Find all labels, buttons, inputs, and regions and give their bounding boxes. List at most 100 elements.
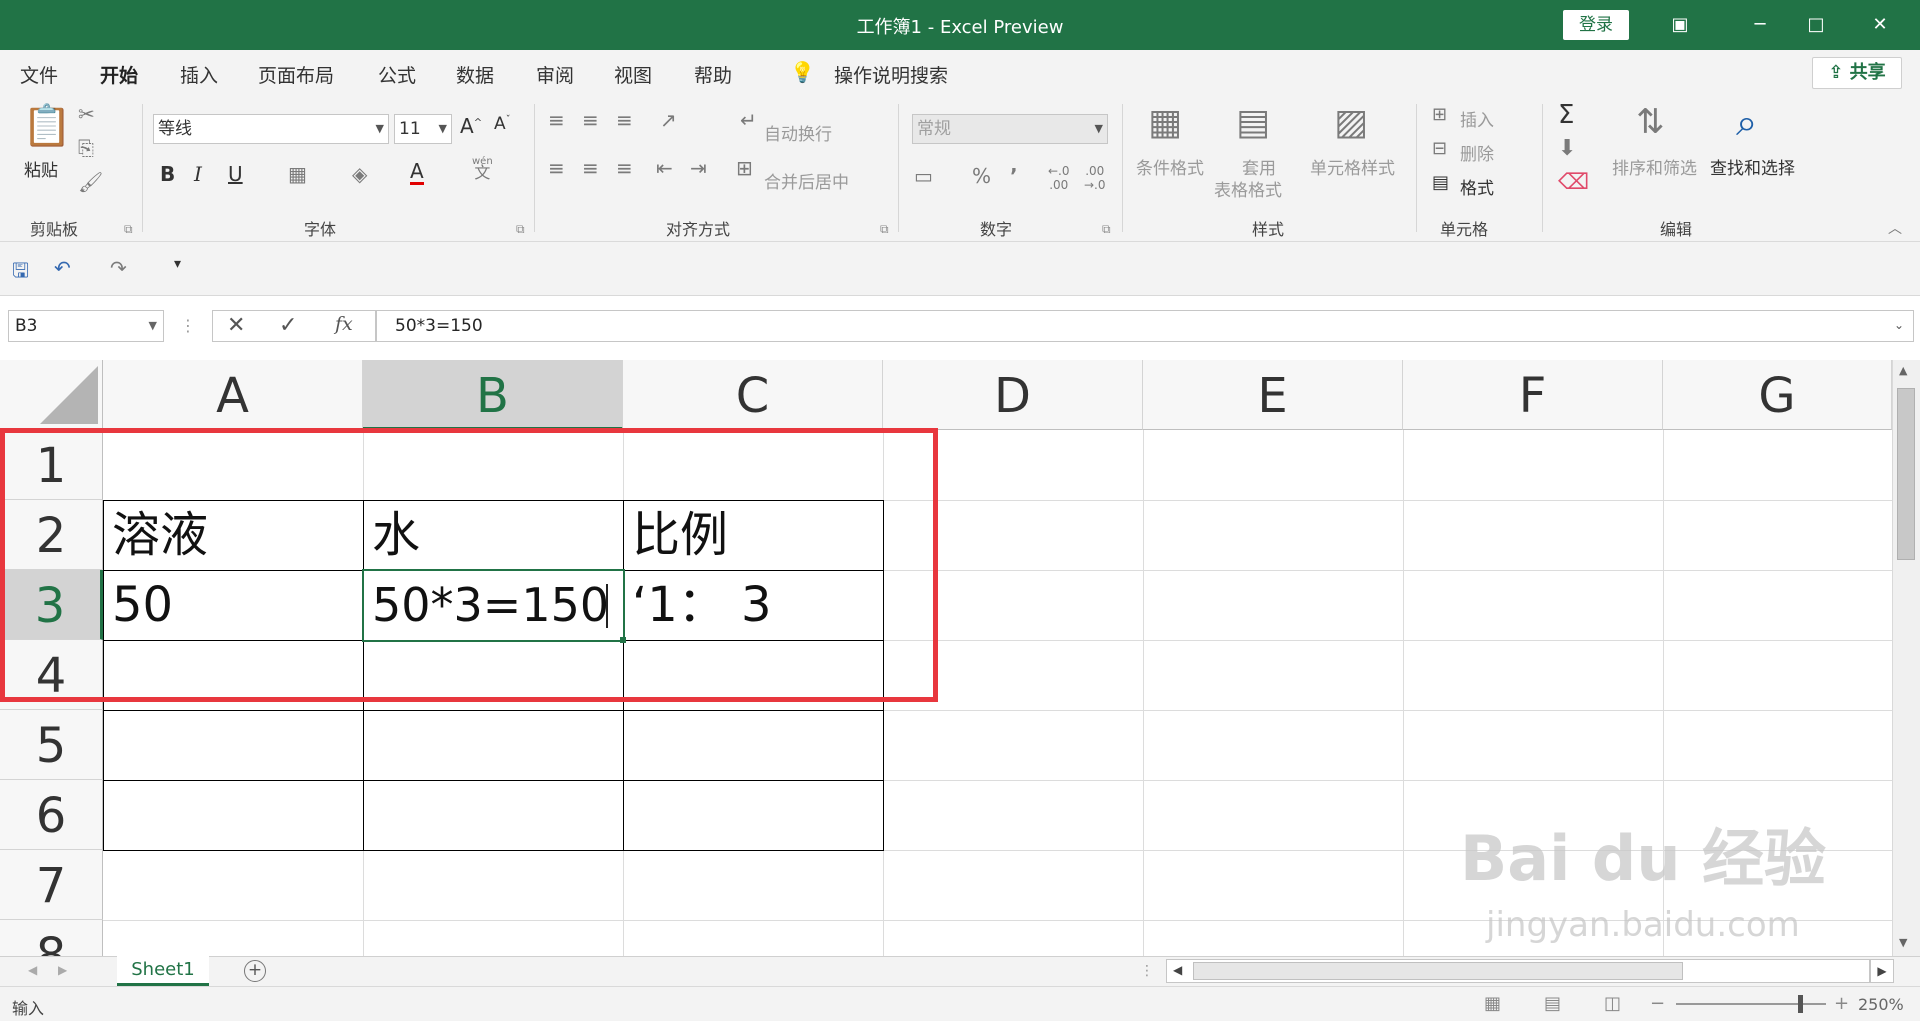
row-header-5[interactable]: 5 [0, 710, 103, 780]
insert-cells-icon[interactable]: ⊞ [1432, 104, 1447, 125]
font-name-combo[interactable]: 等线 ▼ [153, 114, 389, 144]
underline-button[interactable]: U [228, 162, 243, 186]
bold-button[interactable]: B [160, 162, 175, 186]
close-icon[interactable]: ✕ [1860, 10, 1900, 40]
redo-icon[interactable]: ↷ [110, 256, 127, 280]
wrap-text-icon[interactable]: ↵ [740, 108, 757, 132]
fill-icon[interactable]: ⬇ [1558, 136, 1576, 161]
horizontal-scroll-thumb[interactable] [1193, 962, 1683, 980]
font-launcher-icon[interactable]: ⧉ [516, 222, 525, 237]
formula-input[interactable]: 50*3=150 [376, 310, 1914, 342]
vertical-scrollbar[interactable]: ▲ ▼ [1892, 360, 1920, 956]
format-cells-icon[interactable]: ▤ [1432, 172, 1449, 193]
phonetic-guide-icon[interactable]: wén 文 [472, 156, 493, 181]
align-right-icon[interactable]: ≡ [616, 156, 633, 180]
tab-split-handle-icon[interactable]: ⋮ [1140, 963, 1154, 979]
tab-view[interactable]: 视图 [614, 61, 652, 88]
horizontal-scrollbar[interactable]: ◀ [1166, 959, 1870, 983]
restore-icon[interactable]: □ [1796, 10, 1836, 40]
clipboard-launcher-icon[interactable]: ⧉ [124, 222, 133, 237]
align-bottom-icon[interactable]: ≡ [616, 108, 633, 132]
cell-styles-label[interactable]: 单元格样式 [1310, 154, 1395, 179]
copy-icon[interactable]: ⎘ [78, 136, 94, 160]
scroll-up-icon[interactable]: ▲ [1899, 364, 1907, 377]
select-all-corner[interactable] [0, 360, 103, 430]
prev-sheet-icon[interactable]: ◀ [28, 963, 37, 977]
add-sheet-button[interactable]: + [244, 960, 266, 982]
autosum-button[interactable]: Σ [1558, 100, 1574, 130]
font-size-combo[interactable]: 11 ▼ [394, 114, 452, 144]
italic-button[interactable]: I [194, 162, 202, 186]
increase-indent-icon[interactable]: ⇥ [690, 156, 707, 180]
number-format-combo[interactable]: 常规 ▼ [912, 114, 1108, 144]
conditional-formatting-icon[interactable]: ▦ [1148, 102, 1182, 143]
merge-center-label[interactable]: 合并后居中 [764, 168, 849, 193]
zoom-slider-thumb[interactable] [1798, 995, 1803, 1013]
tab-help[interactable]: 帮助 [694, 61, 732, 88]
scroll-right-icon[interactable]: ▶ [1870, 959, 1894, 983]
zoom-out-icon[interactable]: − [1650, 993, 1665, 1014]
find-select-icon[interactable]: ⌕ [1736, 100, 1757, 145]
sort-filter-icon[interactable]: ⇅ [1636, 102, 1665, 142]
page-break-view-icon[interactable]: ◫ [1604, 993, 1621, 1014]
wrap-text-label[interactable]: 自动换行 [764, 120, 832, 145]
save-icon[interactable]: 🖫 [12, 256, 29, 290]
tab-page-layout[interactable]: 页面布局 [258, 61, 334, 88]
decrease-decimal-icon[interactable]: .00 →.0 [1084, 164, 1106, 192]
font-color-button[interactable]: A [410, 160, 424, 185]
cancel-icon[interactable]: ✕ [227, 313, 245, 338]
borders-icon[interactable]: ▦ [288, 162, 307, 186]
format-as-table-icon[interactable]: ▤ [1236, 102, 1270, 143]
comma-button[interactable]: ’ [1010, 164, 1018, 188]
column-header-d[interactable]: D [883, 360, 1143, 430]
tab-home[interactable]: 开始 [100, 61, 139, 97]
decrease-indent-icon[interactable]: ⇤ [656, 156, 673, 180]
align-middle-icon[interactable]: ≡ [582, 108, 599, 132]
row-header-7[interactable]: 7 [0, 850, 103, 920]
customize-qat-icon[interactable]: ▾ [174, 256, 181, 272]
zoom-slider[interactable] [1676, 1003, 1826, 1005]
column-header-a[interactable]: A [103, 360, 363, 430]
row-header-8[interactable]: 8 [0, 920, 103, 956]
zoom-level[interactable]: 250% [1858, 995, 1904, 1014]
expand-formula-bar-icon[interactable]: ⌄ [1894, 318, 1904, 332]
enter-icon[interactable]: ✓ [279, 313, 297, 338]
share-button[interactable]: ⇪ 共享 [1812, 57, 1902, 89]
sheet-tab-sheet1[interactable]: Sheet1 [117, 956, 209, 986]
login-button[interactable]: 登录 [1563, 10, 1629, 40]
fill-color-icon[interactable]: ◈ [352, 162, 367, 186]
insert-function-button[interactable]: fx [335, 313, 353, 335]
alignment-launcher-icon[interactable]: ⧉ [880, 222, 889, 237]
delete-cells-icon[interactable]: ⊟ [1432, 138, 1447, 159]
tab-review[interactable]: 审阅 [536, 61, 574, 88]
align-left-icon[interactable]: ≡ [548, 156, 565, 180]
scroll-down-icon[interactable]: ▼ [1899, 936, 1907, 949]
align-top-icon[interactable]: ≡ [548, 108, 565, 132]
format-painter-icon[interactable]: 🖌 [78, 170, 103, 194]
normal-view-icon[interactable]: ▦ [1484, 993, 1501, 1014]
tab-file[interactable]: 文件 [20, 61, 58, 88]
conditional-formatting-label[interactable]: 条件格式 [1136, 154, 1204, 179]
find-select-label[interactable]: 查找和选择 [1710, 154, 1795, 179]
cell-styles-icon[interactable]: ▨ [1334, 102, 1368, 143]
align-center-icon[interactable]: ≡ [582, 156, 599, 180]
vertical-scroll-thumb[interactable] [1897, 388, 1915, 560]
clear-icon[interactable]: ⌫ [1558, 170, 1589, 195]
tab-formulas[interactable]: 公式 [378, 61, 416, 88]
sort-filter-label[interactable]: 排序和筛选 [1612, 154, 1697, 179]
merge-center-icon[interactable]: ⊞ [736, 156, 753, 180]
page-layout-view-icon[interactable]: ▤ [1544, 993, 1561, 1014]
collapse-ribbon-icon[interactable]: ︿ [1888, 218, 1902, 238]
ribbon-display-icon[interactable]: ▣ [1660, 10, 1700, 40]
column-header-f[interactable]: F [1403, 360, 1663, 430]
column-header-b[interactable]: B [363, 360, 623, 430]
minimize-icon[interactable]: ─ [1740, 10, 1780, 40]
number-launcher-icon[interactable]: ⧉ [1102, 222, 1111, 237]
row-header-6[interactable]: 6 [0, 780, 103, 850]
insert-cells-label[interactable]: 插入 [1460, 106, 1494, 131]
paste-label[interactable]: 粘贴 [24, 156, 58, 181]
accounting-format-icon[interactable]: ▭ [914, 164, 933, 188]
format-as-table-label-2[interactable]: 表格格式 [1214, 176, 1282, 201]
column-header-c[interactable]: C [623, 360, 883, 430]
zoom-in-icon[interactable]: + [1834, 993, 1849, 1014]
